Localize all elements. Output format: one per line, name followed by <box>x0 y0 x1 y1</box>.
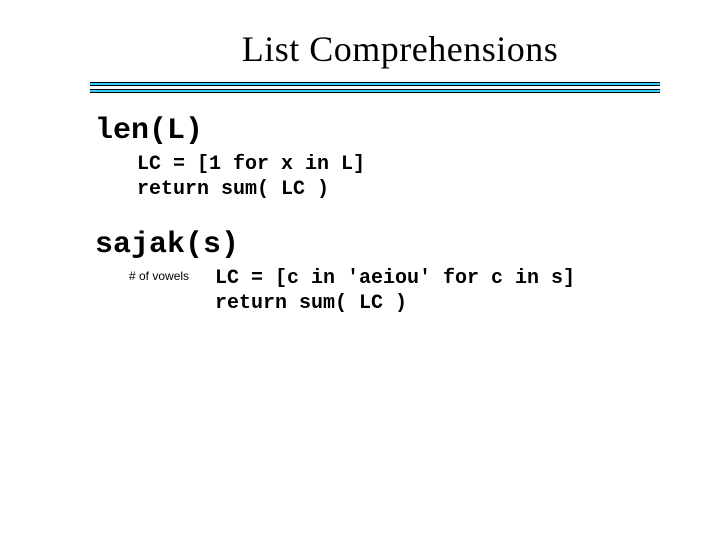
function-len-body: LC = [1 for x in L] return sum( LC ) <box>95 152 660 202</box>
code-line: LC = [1 for x in L] <box>137 152 660 177</box>
divider-line-2 <box>90 89 660 93</box>
function-sajak-name: sajak(s) <box>95 228 660 262</box>
function-len-section: len(L) LC = [1 for x in L] return sum( L… <box>95 114 660 202</box>
divider-line-1 <box>90 82 660 86</box>
content-area: len(L) LC = [1 for x in L] return sum( L… <box>0 96 720 316</box>
function-len-name: len(L) <box>95 114 660 148</box>
slide-title: List Comprehensions <box>0 0 720 70</box>
code-line: return sum( LC ) <box>215 291 575 316</box>
vowels-note: # of vowels <box>95 266 215 283</box>
code-line: return sum( LC ) <box>137 177 660 202</box>
code-line: LC = [c in 'aeiou' for c in s] <box>215 266 575 291</box>
function-sajak-section: sajak(s) # of vowels LC = [c in 'aeiou' … <box>95 228 660 316</box>
function-sajak-row: # of vowels LC = [c in 'aeiou' for c in … <box>95 266 660 316</box>
title-divider <box>90 82 660 93</box>
function-sajak-body: LC = [c in 'aeiou' for c in s] return su… <box>215 266 575 316</box>
